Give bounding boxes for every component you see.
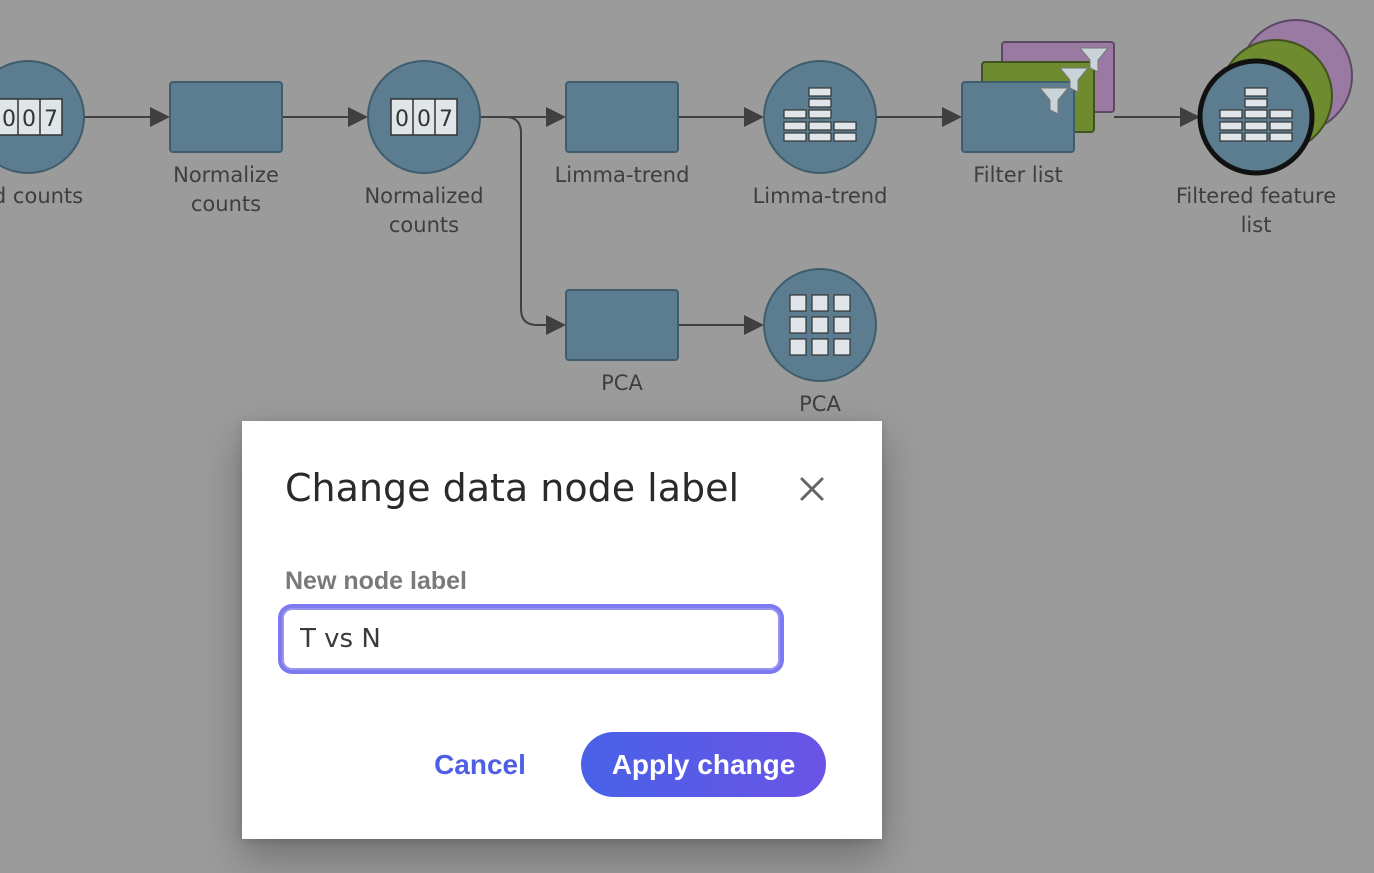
cancel-button[interactable]: Cancel bbox=[414, 733, 546, 797]
new-node-label-label: New node label bbox=[285, 567, 467, 595]
close-icon bbox=[800, 477, 824, 501]
modal-overlay: Change data node label New node label Ca… bbox=[0, 0, 1374, 868]
dialog-title: Change data node label bbox=[285, 466, 740, 510]
new-node-label-input[interactable] bbox=[282, 608, 780, 670]
close-button[interactable] bbox=[794, 471, 830, 507]
change-label-dialog: Change data node label New node label Ca… bbox=[242, 421, 882, 839]
apply-change-button[interactable]: Apply change bbox=[581, 732, 826, 797]
